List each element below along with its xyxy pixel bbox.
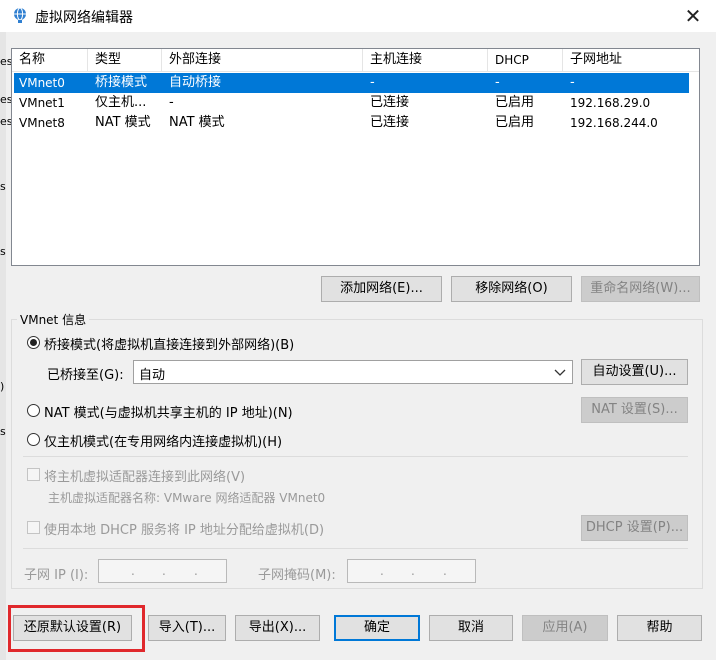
cell-subnet: 192.168.29.0	[570, 96, 651, 110]
add-network-button[interactable]: 添加网络(E)...	[321, 276, 442, 302]
table-row[interactable]: VMnet1 仅主机... - 已连接 已启用 192.168.29.0	[14, 93, 689, 113]
column-header-external[interactable]: 外部连接	[162, 49, 363, 71]
column-header-host[interactable]: 主机连接	[363, 49, 488, 71]
table-row[interactable]: VMnet0 桥接模式 自动桥接 - - -	[14, 73, 689, 93]
cell-type: 仅主机...	[95, 95, 147, 110]
nat-settings-button[interactable]: NAT 设置(S)...	[581, 397, 688, 423]
bridged-mode-label[interactable]: 桥接模式(将虚拟机直接连接到外部网络)(B)	[44, 334, 294, 353]
apply-button[interactable]: 应用(A)	[522, 615, 608, 641]
cell-subnet: 192.168.244.0	[570, 116, 658, 130]
nat-mode-radio[interactable]	[27, 404, 40, 417]
ip-dot: .	[411, 564, 415, 578]
cell-external: -	[169, 95, 174, 110]
connect-adapter-checkbox[interactable]	[27, 468, 40, 481]
ok-button[interactable]: 确定	[334, 615, 420, 641]
restore-defaults-button[interactable]: 还原默认设置(R)	[13, 615, 132, 641]
subnet-mask-input[interactable]: . . .	[347, 559, 476, 583]
bridged-to-select[interactable]: 自动	[133, 360, 573, 384]
export-button[interactable]: 导出(X)...	[235, 615, 320, 641]
ip-dot: .	[380, 564, 384, 578]
table-header: 名称 类型 外部连接 主机连接 DHCP 子网地址	[12, 49, 699, 72]
cell-host: -	[370, 75, 375, 90]
cell-type: NAT 模式	[95, 115, 151, 130]
ip-dot: .	[443, 564, 447, 578]
dhcp-label[interactable]: 使用本地 DHCP 服务将 IP 地址分配给虚拟机(D)	[44, 519, 324, 538]
separator	[23, 548, 688, 549]
ip-dot: .	[162, 564, 166, 578]
background-fragment: s	[0, 425, 6, 438]
cell-host: 已连接	[370, 95, 410, 110]
adapter-name-label: 主机虚拟适配器名称: VMware 网络适配器 VMnet0	[48, 491, 326, 505]
nat-mode-label[interactable]: NAT 模式(与虚拟机共享主机的 IP 地址)(N)	[44, 402, 293, 421]
help-button[interactable]: 帮助	[617, 615, 702, 641]
bridged-to-value: 自动	[139, 368, 166, 383]
table-row[interactable]: VMnet8 NAT 模式 NAT 模式 已连接 已启用 192.168.244…	[14, 113, 689, 133]
dhcp-checkbox[interactable]	[27, 521, 40, 534]
chevron-down-icon	[554, 369, 566, 376]
cell-name: VMnet1	[19, 96, 65, 110]
ip-dot: .	[194, 564, 198, 578]
window-title: 虚拟网络编辑器	[35, 10, 133, 26]
cell-dhcp: 已启用	[495, 115, 535, 130]
hostonly-mode-label[interactable]: 仅主机模式(在专用网络内连接虚拟机)(H)	[44, 431, 282, 450]
column-header-dhcp[interactable]: DHCP	[488, 49, 563, 71]
title-bar: 虚拟网络编辑器 ✕	[0, 0, 716, 32]
background-fragment: s	[0, 245, 6, 258]
background-fragment: )	[0, 380, 5, 393]
subnet-mask-label: 子网掩码(M):	[258, 568, 336, 583]
cancel-button[interactable]: 取消	[429, 615, 513, 641]
network-table[interactable]: 名称 类型 外部连接 主机连接 DHCP 子网地址 VMnet0 桥接模式 自动…	[11, 48, 700, 266]
cell-name: VMnet8	[19, 116, 65, 130]
subnet-ip-label: 子网 IP (I):	[24, 568, 89, 583]
background-fragment: s	[0, 180, 6, 193]
auto-settings-button[interactable]: 自动设置(U)...	[581, 359, 688, 385]
cell-external: NAT 模式	[169, 115, 225, 130]
hostonly-mode-radio[interactable]	[27, 433, 40, 446]
cell-subnet: -	[570, 75, 575, 90]
cell-external: 自动桥接	[169, 75, 222, 90]
bridged-to-label: 已桥接至(G):	[47, 368, 124, 383]
cell-name: VMnet0	[19, 76, 65, 90]
subnet-ip-input[interactable]: . . .	[98, 559, 227, 583]
vmnet-info-label: VMnet 信息	[17, 311, 90, 328]
close-button[interactable]: ✕	[676, 2, 710, 30]
column-header-subnet[interactable]: 子网地址	[563, 49, 699, 71]
cell-type: 桥接模式	[95, 75, 148, 90]
ip-dot: .	[131, 564, 135, 578]
network-globe-icon	[14, 7, 26, 23]
column-header-type[interactable]: 类型	[88, 49, 162, 71]
dhcp-settings-button[interactable]: DHCP 设置(P)...	[581, 515, 688, 541]
close-icon: ✕	[684, 4, 702, 28]
cell-host: 已连接	[370, 115, 410, 130]
bridged-mode-radio[interactable]	[27, 336, 40, 349]
remove-network-button[interactable]: 移除网络(O)	[451, 276, 572, 302]
import-button[interactable]: 导入(T)...	[148, 615, 226, 641]
column-header-name[interactable]: 名称	[12, 49, 88, 71]
rename-network-button[interactable]: 重命名网络(W)...	[581, 276, 700, 302]
cell-dhcp: 已启用	[495, 95, 535, 110]
connect-adapter-label[interactable]: 将主机虚拟适配器连接到此网络(V)	[44, 466, 245, 485]
cell-dhcp: -	[495, 75, 500, 90]
separator	[23, 456, 688, 457]
